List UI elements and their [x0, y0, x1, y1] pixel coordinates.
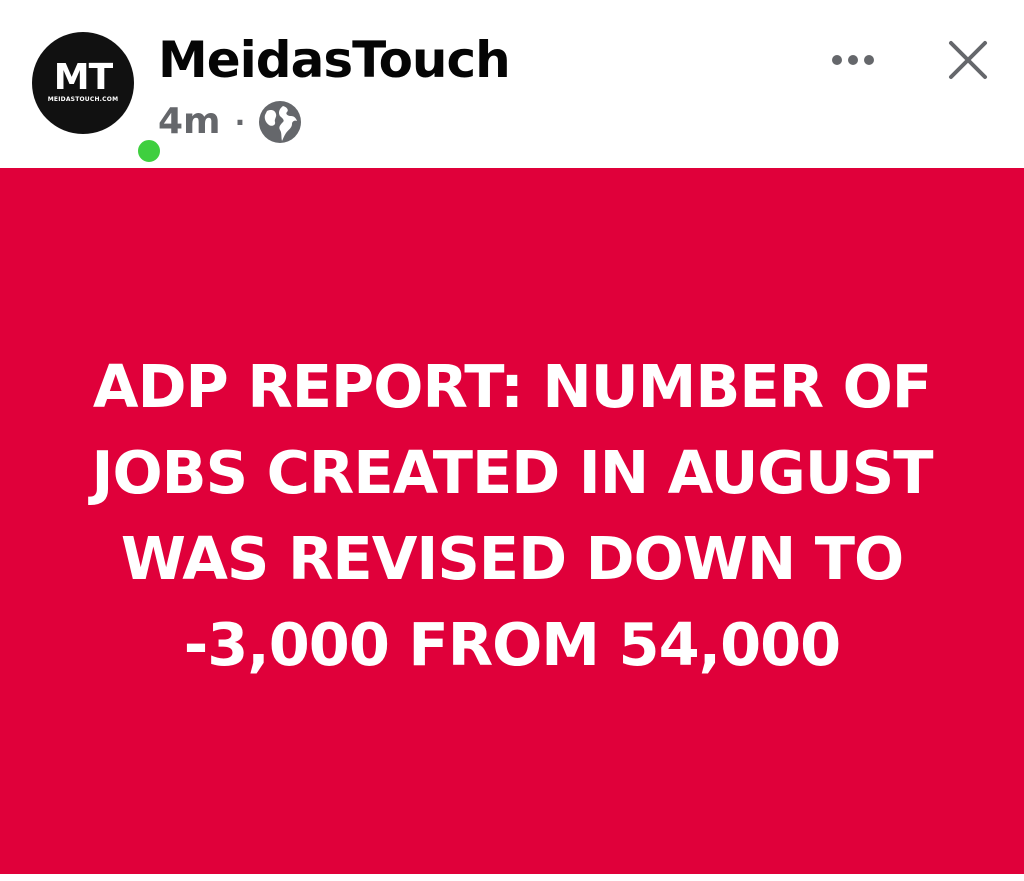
more-options-button[interactable]: [818, 36, 888, 84]
close-button[interactable]: [938, 32, 998, 88]
post-meta: 4m ·: [158, 100, 303, 144]
avatar-monogram: MT: [53, 57, 113, 98]
meta-separator: ·: [234, 105, 246, 139]
bottom-divider: [0, 874, 1024, 881]
globe-icon[interactable]: [257, 99, 303, 145]
more-options-icon: [832, 55, 874, 65]
post-image-headline: ADP REPORT: NUMBER OF JOBS CREATED IN AU…: [91, 352, 934, 679]
avatar-subtext: MEIDASTOUCH.COM: [47, 96, 119, 103]
post-image[interactable]: ADP REPORT: NUMBER OF JOBS CREATED IN AU…: [0, 168, 1024, 874]
page-avatar[interactable]: MT MEIDASTOUCH.COM: [32, 32, 164, 166]
close-icon: [949, 41, 987, 79]
post-timestamp[interactable]: 4m: [158, 100, 221, 144]
post-card: MT MEIDASTOUCH.COM MeidasTouch 4m · ADP …: [0, 0, 1024, 881]
post-header: MT MEIDASTOUCH.COM MeidasTouch 4m ·: [0, 0, 1024, 168]
page-name[interactable]: MeidasTouch: [158, 28, 511, 92]
